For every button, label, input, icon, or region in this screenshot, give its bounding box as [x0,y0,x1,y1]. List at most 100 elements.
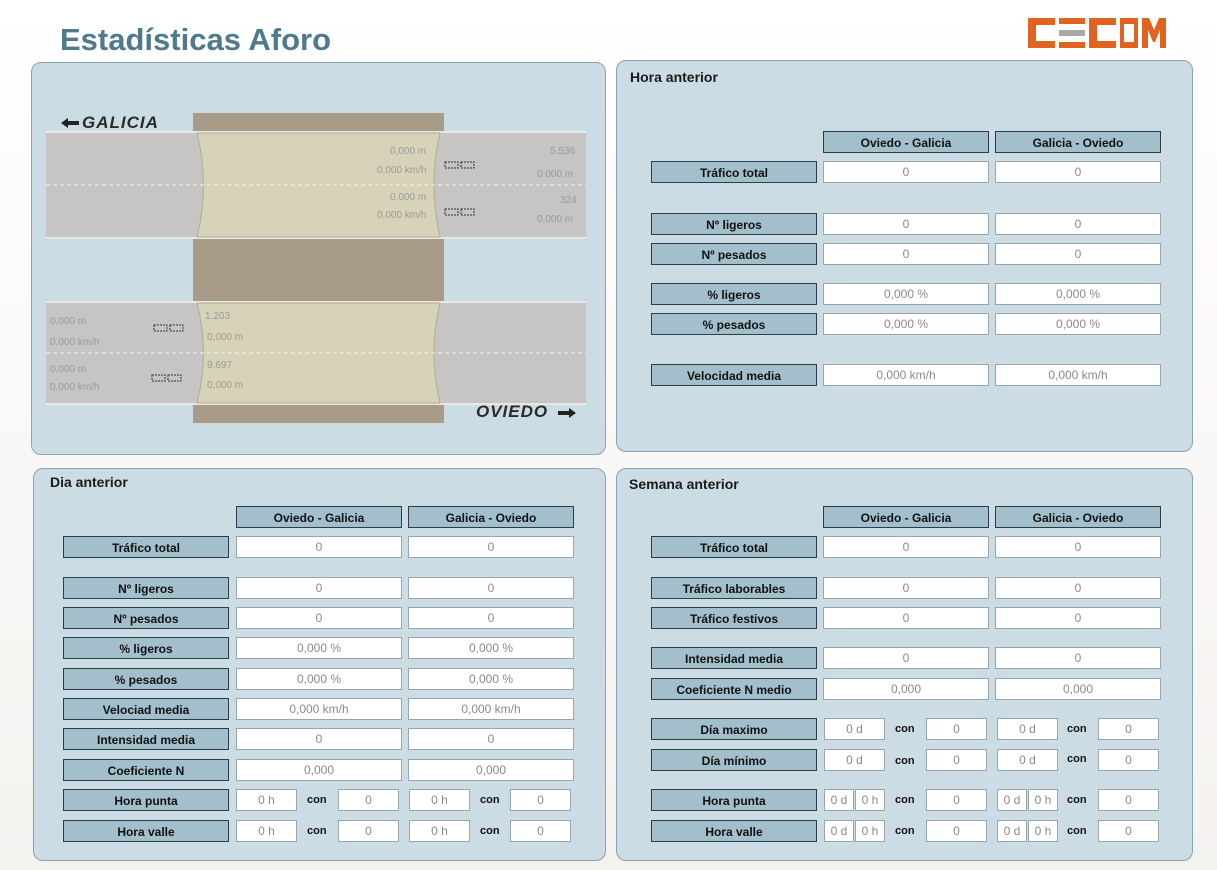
count-field: 0 [338,789,399,811]
car-icon [444,208,475,216]
hour-field: 0 h [236,820,297,842]
count-field: 0 [1098,820,1159,842]
row-label: Tráfico laborables [651,577,817,599]
upper-lane1-speed: 0,000 km/h [377,165,427,176]
panel-title: Dia anterior [50,474,128,490]
value-field: 0 [823,243,989,265]
column-header-galicia-oviedo: Galicia - Oviedo [995,131,1161,153]
lower-lane2-distance: 0,000 m [50,364,87,375]
value-field: 0 [995,243,1161,265]
hour-field: 0 h [1028,789,1058,811]
day-field: 0 d [824,820,854,842]
count-field: 0 [1098,749,1159,771]
column-header-oviedo-galicia: Oviedo - Galicia [823,131,989,153]
panel-title: Semana anterior [629,476,739,492]
value-field: 0 [236,607,402,629]
hour-field: 0 h [236,789,297,811]
value-field: 0 [823,647,989,669]
value-field: 0 [995,536,1161,558]
panel-title: Hora anterior [630,69,718,85]
con-label: con [895,825,915,837]
row-label: % pesados [63,668,229,690]
day-field: 0 d [824,749,885,771]
cecom-logo [1028,18,1166,48]
day-field: 0 d [824,718,885,740]
row-label: Hora valle [651,820,817,842]
row-label: Intensidad media [63,728,229,750]
day-field: 0 d [997,718,1058,740]
row-label: Hora punta [651,789,817,811]
lower-lane2-count: 9.697 [207,360,233,371]
value-field: 0 [995,607,1161,629]
day-field: 0 d [824,789,854,811]
row-label: Hora punta [63,789,229,811]
row-label: Coeficiente N [63,759,229,781]
con-label: con [307,794,327,806]
lower-lane1-right-distance: 0,000 m [207,332,244,343]
car-icon [151,374,182,382]
con-label: con [895,794,915,806]
value-field: 0 [236,728,402,750]
value-field: 0 [236,536,402,558]
column-header-oviedo-galicia: Oviedo - Galicia [236,506,402,528]
count-field: 0 [926,789,987,811]
column-header-galicia-oviedo: Galicia - Oviedo [995,506,1161,528]
value-field: 0,000 [823,678,989,700]
row-label: Tráfico festivos [651,607,817,629]
count-field: 0 [1098,718,1159,740]
value-field: 0,000 % [236,637,402,659]
value-field: 0 [995,577,1161,599]
row-label: Tráfico total [651,536,817,558]
value-field: 0,000 km/h [408,698,574,720]
value-field: 0 [995,213,1161,235]
value-field: 0,000 [995,678,1161,700]
value-field: 0,000 % [995,313,1161,335]
count-field: 0 [926,749,987,771]
upper-lane1-right-distance: 0,000 m [537,169,574,180]
value-field: 0,000 % [823,283,989,305]
galicia-label: GALICIA [82,113,159,132]
row-label: Día maximo [651,718,817,740]
count-field: 0 [926,718,987,740]
upper-lane1-count: 5.536 [550,146,576,157]
value-field: 0,000 % [823,313,989,335]
con-label: con [307,825,327,837]
value-field: 0 [823,213,989,235]
upper-lane1-distance: 0,000 m [390,146,427,157]
day-field: 0 d [997,820,1027,842]
row-label: Coeficiente N medio [651,678,817,700]
dia-anterior-panel: Dia anterior Oviedo - Galicia Galicia - … [33,468,606,861]
count-field: 0 [510,789,571,811]
hora-anterior-panel: Hora anterior Oviedo - Galicia Galicia -… [616,60,1193,452]
count-field: 0 [1098,789,1159,811]
con-label: con [1067,723,1087,735]
hour-field: 0 h [855,820,885,842]
row-label: Nº ligeros [63,577,229,599]
value-field: 0 [823,536,989,558]
con-label: con [480,794,500,806]
value-field: 0 [823,607,989,629]
value-field: 0,000 [236,759,402,781]
map-panel: GALICIA OVIEDO 0,000 m 0,000 km/h 5.536 … [31,62,606,455]
upper-lane2-count: 324 [560,195,577,206]
hour-field: 0 h [855,789,885,811]
con-label: con [895,723,915,735]
hour-field: 0 h [1028,820,1058,842]
value-field: 0 [995,161,1161,183]
column-header-oviedo-galicia: Oviedo - Galicia [823,506,989,528]
day-field: 0 d [997,789,1027,811]
value-field: 0 [408,728,574,750]
value-field: 0,000 km/h [823,364,989,386]
hour-field: 0 h [409,789,470,811]
row-label: Nº ligeros [651,213,817,235]
con-label: con [1067,753,1087,765]
page-title: Estadísticas Aforo [60,22,332,57]
value-field: 0 [823,161,989,183]
day-field: 0 d [997,749,1058,771]
value-field: 0,000 [408,759,574,781]
row-label: Nº pesados [63,607,229,629]
lower-lane1-distance: 0,000 m [50,316,87,327]
lower-lane1-speed: 0,000 km/h [50,337,100,348]
column-header-galicia-oviedo: Galicia - Oviedo [408,506,574,528]
row-label: % ligeros [651,283,817,305]
